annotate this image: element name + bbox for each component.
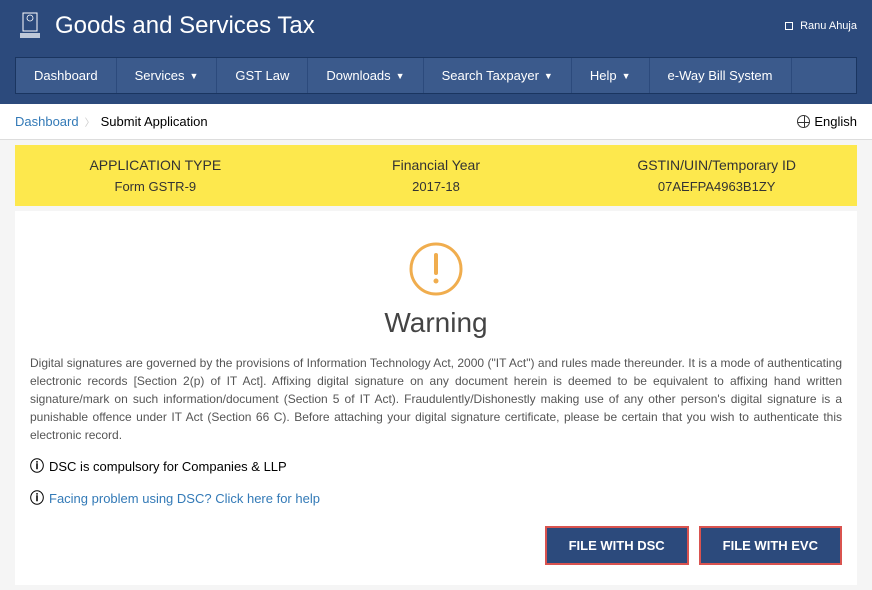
file-with-evc-button[interactable]: FILE WITH EVC (699, 526, 842, 565)
info-label: Financial Year (308, 157, 565, 173)
nav-eway-bill[interactable]: e-Way Bill System (650, 58, 792, 93)
nav-help[interactable]: Help ▼ (572, 58, 650, 93)
breadcrumb-row: Dashboard 〉 Submit Application English (0, 104, 872, 140)
emblem-logo (15, 8, 45, 43)
nav-search-taxpayer[interactable]: Search Taxpayer ▼ (424, 58, 572, 93)
nav-label: Downloads (326, 68, 390, 83)
warning-icon (408, 241, 464, 297)
info-label: APPLICATION TYPE (27, 157, 284, 173)
nav-label: Search Taxpayer (442, 68, 539, 83)
content: Warning Digital signatures are governed … (15, 211, 857, 585)
nav-label: Help (590, 68, 617, 83)
info-value: 2017-18 (308, 179, 565, 194)
nav-container: Dashboard Services ▼ GST Law Downloads ▼ S… (0, 51, 872, 104)
nav-label: e-Way Bill System (668, 68, 773, 83)
dsc-help-link[interactable]: Facing problem using DSC? Click here for… (49, 491, 320, 506)
language-label: English (814, 114, 857, 129)
button-row: FILE WITH DSC FILE WITH EVC (30, 526, 842, 565)
breadcrumb: Dashboard 〉 Submit Application (15, 114, 208, 129)
user-name: Ranu Ahuja (800, 20, 857, 32)
warning-text: Digital signatures are governed by the p… (30, 354, 842, 444)
globe-icon (797, 115, 810, 128)
caret-icon: ▼ (396, 71, 405, 81)
info-value: 07AEFPA4963B1ZY (588, 179, 845, 194)
user-info[interactable]: Ranu Ahuja (785, 20, 857, 32)
info-value: Form GSTR-9 (27, 179, 284, 194)
breadcrumb-dashboard-link[interactable]: Dashboard (15, 114, 79, 129)
emblem-icon (15, 8, 45, 43)
note-text: DSC is compulsory for Companies & LLP (49, 459, 287, 474)
note-help-link-row: ⓘ Facing problem using DSC? Click here f… (30, 488, 842, 508)
info-icon: ⓘ (30, 488, 44, 508)
info-label: GSTIN/UIN/Temporary ID (588, 157, 845, 173)
user-box-icon (785, 22, 793, 30)
nav-label: GST Law (235, 68, 289, 83)
caret-icon: ▼ (189, 71, 198, 81)
nav-services[interactable]: Services ▼ (117, 58, 218, 93)
header-left: Goods and Services Tax (15, 8, 315, 43)
language-selector[interactable]: English (797, 114, 857, 129)
header: Goods and Services Tax Ranu Ahuja (0, 0, 872, 51)
info-col-financial-year: Financial Year 2017-18 (296, 145, 577, 206)
breadcrumb-current: Submit Application (101, 114, 208, 129)
note-dsc-compulsory: ⓘ DSC is compulsory for Companies & LLP (30, 456, 842, 476)
nav-gst-law[interactable]: GST Law (217, 58, 308, 93)
warning-title: Warning (30, 307, 842, 339)
info-icon: ⓘ (30, 456, 44, 476)
nav-label: Dashboard (34, 68, 98, 83)
nav-label: Services (135, 68, 185, 83)
nav-dashboard[interactable]: Dashboard (16, 58, 117, 93)
site-title: Goods and Services Tax (55, 12, 315, 40)
nav-downloads[interactable]: Downloads ▼ (308, 58, 423, 93)
info-col-gstin: GSTIN/UIN/Temporary ID 07AEFPA4963B1ZY (576, 145, 857, 206)
nav: Dashboard Services ▼ GST Law Downloads ▼ S… (15, 57, 857, 94)
info-col-app-type: APPLICATION TYPE Form GSTR-9 (15, 145, 296, 206)
caret-icon: ▼ (622, 71, 631, 81)
file-with-dsc-button[interactable]: FILE WITH DSC (545, 526, 689, 565)
breadcrumb-separator: 〉 (85, 114, 95, 129)
info-bar: APPLICATION TYPE Form GSTR-9 Financial Y… (15, 145, 857, 206)
caret-icon: ▼ (544, 71, 553, 81)
